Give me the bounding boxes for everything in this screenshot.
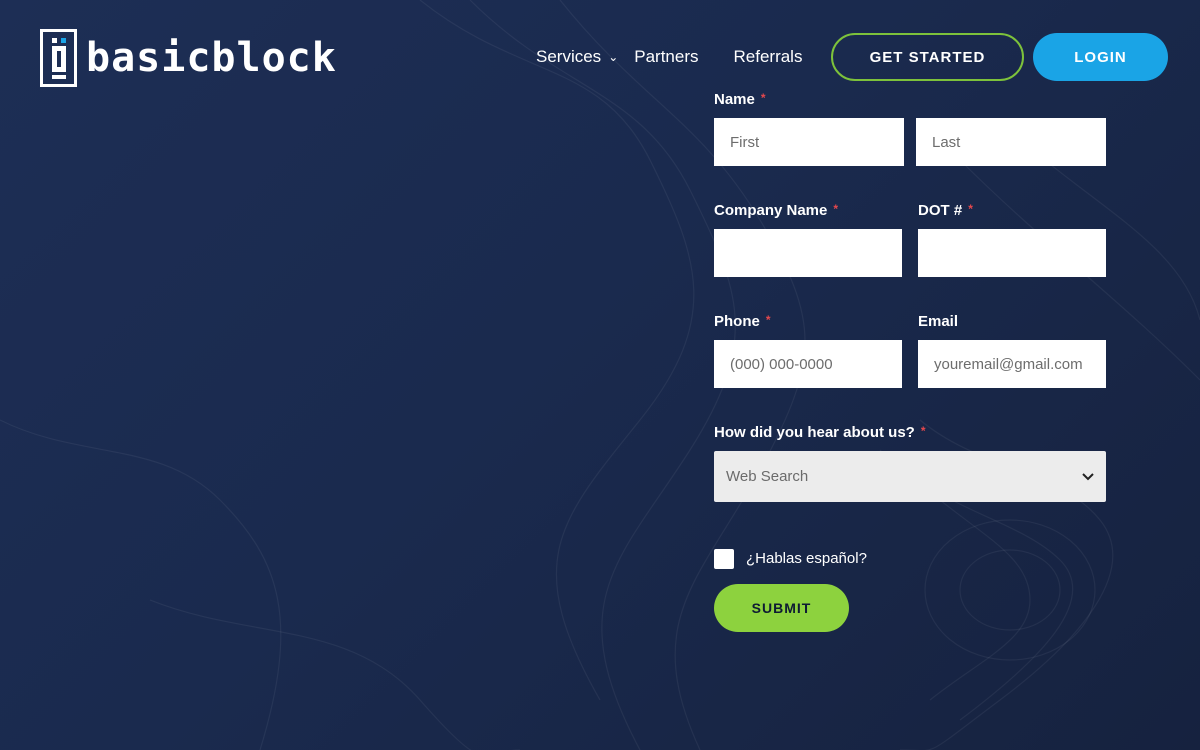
- last-name-input[interactable]: [916, 118, 1106, 166]
- required-mark: *: [765, 313, 771, 327]
- spanish-checkbox-label[interactable]: ¿Hablas español?: [746, 550, 867, 567]
- nav-referrals-label: Referrals: [733, 46, 803, 66]
- email-label-text: Email: [918, 313, 959, 330]
- required-mark: *: [833, 202, 839, 216]
- nav-services[interactable]: Services ⌄: [536, 47, 618, 67]
- referral-source-label-text: How did you hear about us?: [714, 424, 915, 441]
- nav-partners[interactable]: Partners: [634, 47, 698, 67]
- dot-label: DOT # *: [918, 202, 973, 219]
- name-label-text: Name: [714, 91, 755, 108]
- name-label: Name *: [714, 91, 766, 108]
- required-mark: *: [920, 424, 926, 438]
- required-mark: *: [968, 202, 973, 216]
- referral-source-value: Web Search: [726, 468, 809, 485]
- submit-button[interactable]: SUBMIT: [714, 584, 849, 632]
- nav-referrals[interactable]: Referrals: [734, 47, 803, 67]
- required-mark: *: [760, 91, 766, 105]
- company-name-input[interactable]: [714, 229, 902, 277]
- company-name-label: Company Name *: [714, 202, 838, 219]
- phone-input[interactable]: [714, 340, 902, 388]
- phone-label: Phone *: [714, 313, 771, 330]
- dot-label-text: DOT #: [918, 202, 963, 219]
- spanish-checkbox[interactable]: [714, 549, 734, 569]
- referral-source-select[interactable]: Web Search: [714, 451, 1106, 502]
- brand-name: basicblock: [86, 35, 337, 81]
- first-name-input[interactable]: [714, 118, 904, 166]
- nav-services-label: Services: [536, 46, 602, 66]
- company-name-label-text: Company Name: [714, 202, 828, 219]
- chevron-down-icon: [1082, 472, 1094, 480]
- referral-source-label: How did you hear about us? *: [714, 424, 926, 441]
- phone-label-text: Phone: [714, 313, 760, 330]
- login-button[interactable]: LOGIN: [1033, 33, 1168, 81]
- email-input[interactable]: [918, 340, 1106, 388]
- dot-number-input[interactable]: [918, 229, 1106, 277]
- main-nav: Services ⌄ Partners Referrals: [536, 33, 802, 80]
- brand-logo[interactable]: basicblock: [40, 29, 337, 87]
- email-label: Email: [918, 313, 958, 330]
- chevron-down-icon: ⌄: [608, 49, 619, 64]
- nav-partners-label: Partners: [634, 46, 699, 66]
- logo-block-icon: [40, 29, 77, 87]
- get-started-button[interactable]: GET STARTED: [831, 33, 1024, 81]
